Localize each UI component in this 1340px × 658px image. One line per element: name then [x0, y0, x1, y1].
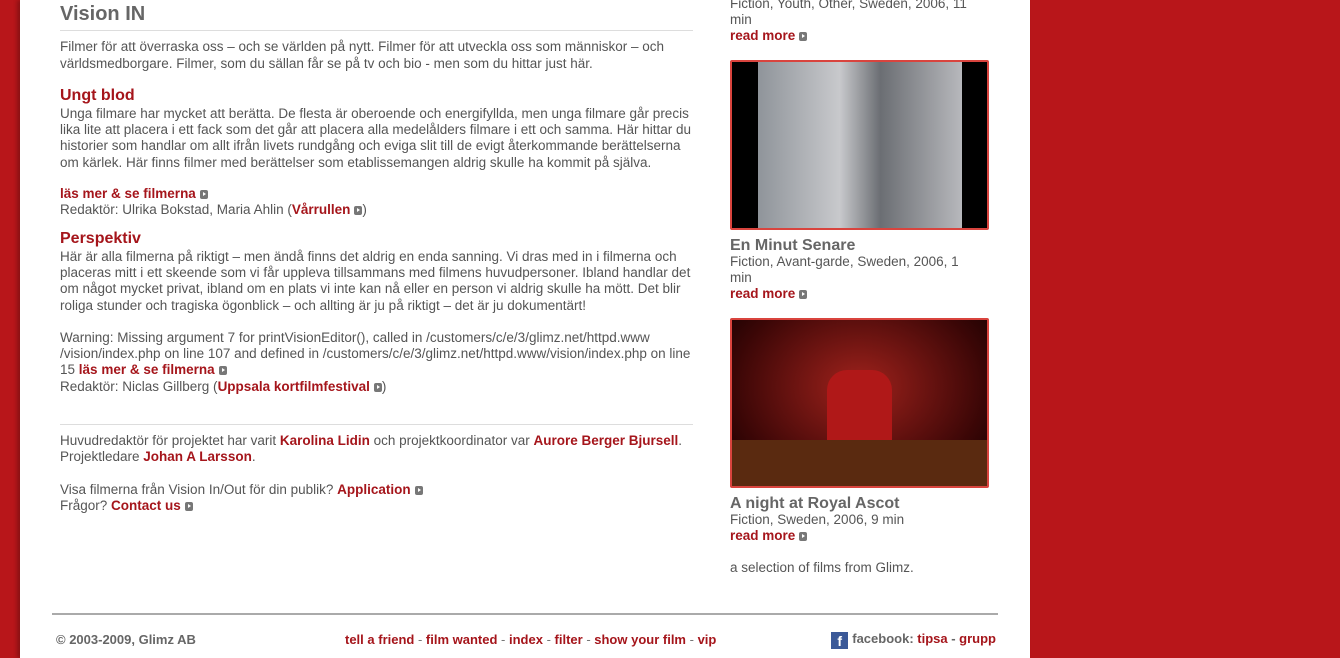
arrow-icon — [799, 290, 808, 299]
person-link[interactable]: Johan A Larsson — [143, 449, 252, 464]
main-content: Vision IN Filmer för att överraska oss –… — [60, 0, 693, 514]
section-text: Unga filmare har mycket att berätta. De … — [60, 105, 692, 170]
section-title: Perspektiv — [60, 229, 141, 247]
copyright: © 2003-2009, Glimz AB — [56, 632, 196, 647]
link-label: Application — [337, 481, 411, 497]
link-label: read more — [730, 286, 796, 301]
film-still-table — [732, 440, 987, 486]
footer-link-tell-a-friend[interactable]: tell a friend — [345, 632, 414, 647]
read-more-link[interactable]: läs mer & se filmerna — [79, 362, 227, 377]
section-text: Här är alla filmerna på riktigt – men än… — [60, 248, 691, 313]
film-still — [758, 62, 962, 228]
link-label: Uppsala kortfilmfestival — [217, 378, 370, 394]
read-more-link[interactable]: read more — [730, 528, 808, 543]
credits-text: . — [251, 449, 256, 465]
read-more-link[interactable]: read more — [730, 28, 808, 43]
credits-text: och projektkoordinator var — [369, 433, 534, 449]
link-label: läs mer & se filmerna — [60, 186, 196, 202]
intro-text: Filmer för att överraska oss – och se vä… — [60, 39, 664, 71]
link-label: Contact us — [111, 497, 181, 513]
facebook-tipsa-link[interactable]: tipsa — [917, 631, 947, 646]
arrow-icon — [218, 366, 227, 376]
credits: Huvudredaktör för projektet har varit Ka… — [60, 424, 693, 514]
film-meta: Fiction, Youth, Other, Sweden, 2006, 11 … — [730, 0, 967, 27]
page-title: Vision IN — [60, 4, 693, 32]
footer-link-film-wanted[interactable]: film wanted — [426, 632, 498, 647]
editor-link[interactable]: Vårrullen — [292, 202, 363, 217]
arrow-icon — [184, 501, 193, 511]
editor-text: Redaktör: Ulrika Bokstad, Maria Ahlin ( — [60, 202, 292, 218]
selection-note: a selection of films from Glimz. — [730, 560, 914, 575]
link-label: Vårrullen — [291, 202, 351, 218]
credits-text: Huvudredaktör för projektet har varit — [60, 433, 280, 449]
application-link[interactable]: Application — [337, 482, 423, 497]
facebook-label: facebook: — [852, 631, 918, 646]
film-meta: Fiction, Avant-garde, Sweden, 2006, 1 mi… — [730, 254, 959, 285]
film-sidebar: Fiction, Youth, Other, Sweden, 2006, 11 … — [730, 0, 990, 576]
film-thumbnail[interactable] — [730, 60, 989, 230]
footer-link-vip[interactable]: vip — [698, 632, 717, 647]
footer-link-show-your-film[interactable]: show your film — [594, 632, 686, 647]
facebook-icon: f — [831, 632, 849, 649]
contact-link[interactable]: Contact us — [111, 498, 193, 513]
editor-link[interactable]: Uppsala kortfilmfestival — [218, 379, 382, 394]
publik-text: Visa filmerna från Vision In/Out för din… — [60, 481, 338, 497]
editor-suffix: ) — [381, 378, 387, 394]
arrow-icon — [799, 532, 808, 541]
footer: © 2003-2009, Glimz AB tell a friend - fi… — [52, 613, 998, 649]
film-title[interactable]: En Minut Senare — [730, 238, 990, 254]
facebook-links: f facebook: tipsa - grupp — [831, 631, 996, 649]
film-title[interactable]: A night at Royal Ascot — [730, 496, 990, 512]
person-link[interactable]: Aurore Berger Bjursell — [533, 433, 678, 448]
film-still — [827, 370, 892, 450]
person-link[interactable]: Karolina Lidin — [280, 433, 370, 448]
link-label: read more — [730, 528, 796, 543]
film-thumbnail[interactable] — [730, 318, 989, 488]
film-meta: Fiction, Sweden, 2006, 9 min — [730, 512, 905, 527]
arrow-icon — [354, 206, 363, 216]
arrow-icon — [373, 382, 382, 392]
footer-link-index[interactable]: index — [509, 632, 543, 647]
section-title: Ungt blod — [60, 86, 135, 104]
footer-link-filter[interactable]: filter — [555, 632, 583, 647]
questions-text: Frågor? — [60, 497, 112, 513]
facebook-grupp-link[interactable]: grupp — [959, 631, 996, 646]
arrow-icon — [414, 485, 423, 495]
editor-suffix: ) — [362, 202, 367, 218]
arrow-icon — [799, 32, 808, 41]
link-label: läs mer & se filmerna — [78, 362, 215, 378]
editor-text: Redaktör: Niclas Gillberg ( — [60, 378, 218, 394]
link-label: read more — [730, 28, 796, 43]
read-more-link[interactable]: read more — [730, 286, 808, 301]
footer-links: tell a friend - film wanted - index - fi… — [345, 632, 717, 647]
arrow-icon — [199, 190, 208, 200]
page: Vision IN Filmer för att överraska oss –… — [20, 0, 1030, 658]
read-more-link[interactable]: läs mer & se filmerna — [60, 186, 208, 201]
